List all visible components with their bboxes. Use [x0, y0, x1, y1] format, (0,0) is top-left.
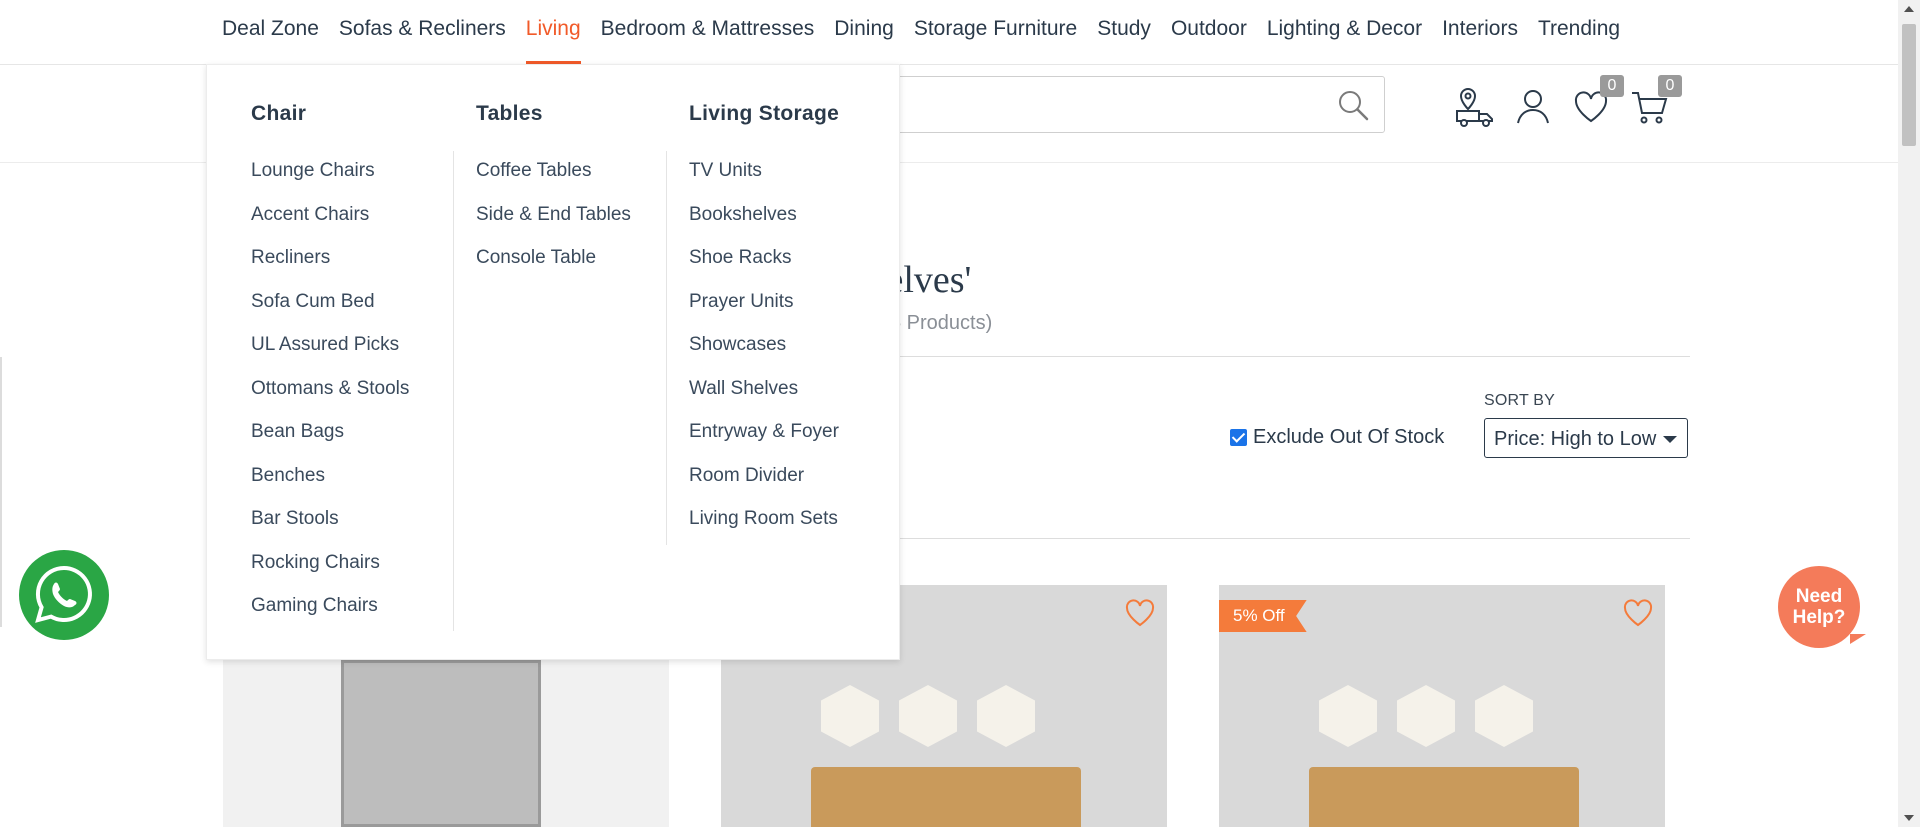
menu-item-bar-stools[interactable]: Bar Stools: [251, 507, 409, 551]
product-card[interactable]: 5% Off: [1219, 585, 1665, 827]
nav-item-living[interactable]: Living: [525, 0, 581, 64]
menu-item-lounge-chairs[interactable]: Lounge Chairs: [251, 159, 409, 203]
menu-item-shoe-racks[interactable]: Shoe Racks: [689, 246, 839, 290]
checkbox-checked-icon[interactable]: [1230, 429, 1247, 446]
product-image[interactable]: [1319, 685, 1377, 747]
menu-item-ottomans-stools[interactable]: Ottomans & Stools: [251, 377, 409, 421]
product-image[interactable]: [1397, 685, 1455, 747]
menu-item-accent-chairs[interactable]: Accent Chairs: [251, 203, 409, 247]
menu-item-prayer-units[interactable]: Prayer Units: [689, 290, 839, 334]
cart-count-badge: 0: [1658, 75, 1682, 97]
menu-item-side-end-tables[interactable]: Side & End Tables: [476, 203, 631, 247]
top-navigation: Deal Zone Sofas & Recliners Living Bedro…: [0, 0, 1898, 65]
search-input[interactable]: [880, 76, 1385, 133]
account-icon[interactable]: [1512, 85, 1554, 127]
wishlist-heart-icon[interactable]: [1623, 599, 1653, 627]
whatsapp-button[interactable]: [19, 550, 109, 640]
menu-item-wall-shelves[interactable]: Wall Shelves: [689, 377, 839, 421]
menu-item-tv-units[interactable]: TV Units: [689, 159, 839, 203]
nav-item-storage-furniture[interactable]: Storage Furniture: [914, 0, 1077, 64]
nav-item-lighting-decor[interactable]: Lighting & Decor: [1267, 0, 1422, 64]
exclude-out-of-stock-label: Exclude Out Of Stock: [1253, 426, 1445, 448]
wishlist-heart-icon[interactable]: [1125, 599, 1155, 627]
exclude-out-of-stock-checkbox[interactable]: Exclude Out Of Stock: [1230, 426, 1444, 449]
nav-item-study[interactable]: Study: [1097, 0, 1151, 64]
menu-item-room-divider[interactable]: Room Divider: [689, 464, 839, 508]
menu-heading-chair[interactable]: Chair: [251, 102, 306, 126]
menu-heading-living-storage[interactable]: Living Storage: [689, 102, 839, 126]
sort-by-label: SORT BY: [1484, 392, 1556, 409]
need-help-button[interactable]: Need Help?: [1778, 566, 1866, 648]
nav-item-bedroom-mattresses[interactable]: Bedroom & Mattresses: [601, 0, 815, 64]
menu-item-ul-assured-picks[interactable]: UL Assured Picks: [251, 333, 409, 377]
nav-item-deal-zone[interactable]: Deal Zone: [222, 0, 319, 64]
product-image[interactable]: [977, 685, 1035, 747]
nav-item-interiors[interactable]: Interiors: [1442, 0, 1518, 64]
menu-item-showcases[interactable]: Showcases: [689, 333, 839, 377]
product-image[interactable]: [1475, 685, 1533, 747]
product-image[interactable]: [1309, 767, 1579, 827]
product-image[interactable]: [821, 685, 879, 747]
whatsapp-icon: [35, 565, 92, 623]
product-image[interactable]: [811, 767, 1081, 827]
discount-badge: 5% Off: [1219, 600, 1307, 632]
nav-item-outdoor[interactable]: Outdoor: [1171, 0, 1247, 64]
track-order-icon[interactable]: [1454, 85, 1496, 127]
menu-heading-tables[interactable]: Tables: [476, 102, 543, 126]
menu-divider: [453, 151, 454, 631]
divider: [880, 538, 1690, 539]
menu-item-benches[interactable]: Benches: [251, 464, 409, 508]
scroll-up-icon[interactable]: [1904, 6, 1914, 12]
page-scrollbar[interactable]: [1898, 0, 1920, 827]
menu-item-living-room-sets[interactable]: Living Room Sets: [689, 507, 839, 551]
chevron-down-icon: [1663, 436, 1677, 443]
menu-item-bean-bags[interactable]: Bean Bags: [251, 420, 409, 464]
menu-item-entryway-foyer[interactable]: Entryway & Foyer: [689, 420, 839, 464]
menu-item-bookshelves[interactable]: Bookshelves: [689, 203, 839, 247]
menu-item-console-table[interactable]: Console Table: [476, 246, 631, 290]
product-image[interactable]: [899, 685, 957, 747]
sort-by-value: Price: High to Low: [1494, 428, 1657, 450]
nav-item-trending[interactable]: Trending: [1538, 0, 1620, 64]
living-mega-menu: Chair Lounge Chairs Accent Chairs Reclin…: [206, 64, 900, 660]
menu-divider: [666, 151, 667, 545]
menu-item-rocking-chairs[interactable]: Rocking Chairs: [251, 551, 409, 595]
wishlist-count-badge: 0: [1600, 75, 1624, 97]
scrollbar-thumb[interactable]: [1902, 24, 1916, 146]
menu-item-sofa-cum-bed[interactable]: Sofa Cum Bed: [251, 290, 409, 334]
results-count: 5 Products): [890, 312, 993, 334]
menu-item-gaming-chairs[interactable]: Gaming Chairs: [251, 594, 409, 638]
product-image[interactable]: [341, 660, 541, 827]
sort-by-select[interactable]: Price: High to Low: [1484, 418, 1688, 458]
nav-item-sofas-recliners[interactable]: Sofas & Recliners: [339, 0, 506, 64]
search-icon[interactable]: [1336, 88, 1370, 122]
nav-item-dining[interactable]: Dining: [834, 0, 894, 64]
side-panel-edge: [0, 357, 2, 627]
menu-item-recliners[interactable]: Recliners: [251, 246, 409, 290]
menu-item-coffee-tables[interactable]: Coffee Tables: [476, 159, 631, 203]
divider: [880, 356, 1690, 357]
scroll-down-icon[interactable]: [1904, 815, 1914, 821]
